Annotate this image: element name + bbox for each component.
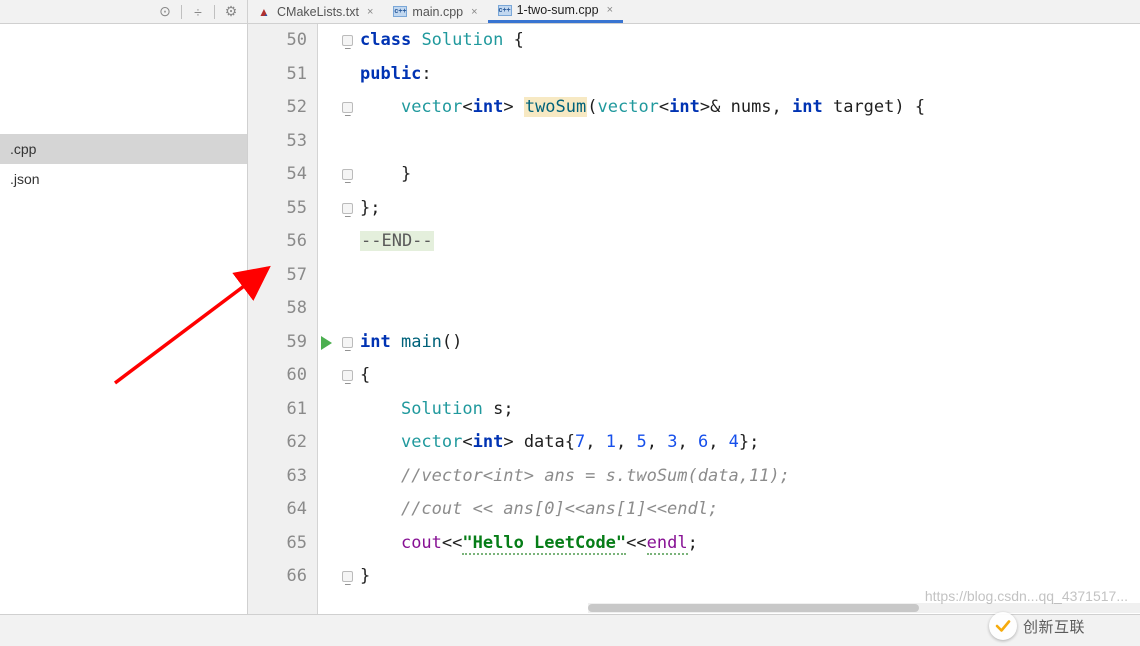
project-sidebar: ⊙ ÷ ⚙ .cpp.json — [0, 0, 248, 646]
code-line[interactable]: class Solution { — [360, 24, 1140, 58]
cpp-icon: c++ — [498, 5, 512, 16]
cmake-icon — [258, 5, 272, 19]
code-line[interactable] — [360, 125, 1140, 159]
line-number: 55 — [248, 192, 307, 226]
line-number: 52 — [248, 91, 307, 125]
code-line[interactable]: { — [360, 359, 1140, 393]
line-number: 51 — [248, 58, 307, 92]
line-number: 60 — [248, 359, 307, 393]
tab-bar: CMakeLists.txt × c++ main.cpp × c++ 1-two-sum.… — [248, 0, 1140, 24]
focus-icon[interactable]: ⊙ — [157, 4, 173, 20]
fold-toggle-icon[interactable] — [342, 571, 353, 582]
code-line[interactable]: vector<int> data{7, 1, 5, 3, 6, 4}; — [360, 426, 1140, 460]
gear-icon[interactable]: ⚙ — [223, 4, 239, 20]
tab-label: main.cpp — [412, 5, 463, 19]
fold-toggle-icon[interactable] — [342, 337, 353, 348]
watermark-brand: 创新互联 — [1023, 616, 1085, 637]
watermark-url: https://blog.csdn...qq_4371517... — [925, 588, 1128, 604]
cpp-icon: c++ — [393, 6, 407, 17]
run-gutter — [318, 24, 340, 646]
fold-toggle-icon[interactable] — [342, 35, 353, 46]
code-line[interactable]: Solution s; — [360, 393, 1140, 427]
run-icon[interactable] — [321, 336, 332, 350]
sidebar-toolbar: ⊙ ÷ ⚙ — [0, 0, 247, 24]
code-line[interactable]: //vector<int> ans = s.twoSum(data,11); — [360, 460, 1140, 494]
line-number: 66 — [248, 560, 307, 594]
status-bar — [0, 614, 1140, 646]
tab-label: 1-two-sum.cpp — [517, 3, 599, 17]
code-line[interactable] — [360, 259, 1140, 293]
line-number-gutter: 5051525354555657585960616263646566 — [248, 24, 318, 646]
fold-toggle-icon[interactable] — [342, 102, 353, 113]
file-tree[interactable]: .cpp.json — [0, 24, 247, 646]
code-line[interactable] — [360, 292, 1140, 326]
file-tree-item[interactable]: .json — [0, 164, 247, 194]
fold-toggle-icon[interactable] — [342, 370, 353, 381]
tab-label: CMakeLists.txt — [277, 5, 359, 19]
line-number: 62 — [248, 426, 307, 460]
line-number: 59 — [248, 326, 307, 360]
editor-tab[interactable]: CMakeLists.txt × — [248, 0, 383, 23]
file-tree-item[interactable]: .cpp — [0, 134, 247, 164]
watermark-logo: 创新互联 — [989, 612, 1085, 640]
line-number: 53 — [248, 125, 307, 159]
code-line[interactable]: int main() — [360, 326, 1140, 360]
fold-toggle-icon[interactable] — [342, 169, 353, 180]
line-number: 63 — [248, 460, 307, 494]
line-number: 54 — [248, 158, 307, 192]
code-editor[interactable]: 5051525354555657585960616263646566 class… — [248, 24, 1140, 646]
close-icon[interactable]: × — [367, 6, 373, 18]
close-icon[interactable]: × — [607, 4, 613, 16]
code-line[interactable]: }; — [360, 192, 1140, 226]
editor-tab[interactable]: c++ main.cpp × — [383, 0, 487, 23]
code-line[interactable]: public: — [360, 58, 1140, 92]
line-number: 57 — [248, 259, 307, 293]
line-number: 50 — [248, 24, 307, 58]
line-number: 58 — [248, 292, 307, 326]
code-content[interactable]: class Solution {public: vector<int> twoS… — [356, 24, 1140, 646]
code-line[interactable]: } — [360, 158, 1140, 192]
code-line[interactable]: vector<int> twoSum(vector<int>& nums, in… — [360, 91, 1140, 125]
code-line[interactable]: --END-- — [360, 225, 1140, 259]
code-line[interactable]: //cout << ans[0]<<ans[1]<<endl; — [360, 493, 1140, 527]
line-number: 61 — [248, 393, 307, 427]
fold-gutter — [340, 24, 356, 646]
close-icon[interactable]: × — [471, 6, 477, 18]
code-line[interactable]: cout<<"Hello LeetCode"<<endl; — [360, 527, 1140, 561]
fold-toggle-icon[interactable] — [342, 203, 353, 214]
line-number: 56 — [248, 225, 307, 259]
collapse-icon[interactable]: ÷ — [190, 4, 206, 20]
line-number: 64 — [248, 493, 307, 527]
line-number: 65 — [248, 527, 307, 561]
editor-tab[interactable]: c++ 1-two-sum.cpp × — [488, 0, 623, 23]
